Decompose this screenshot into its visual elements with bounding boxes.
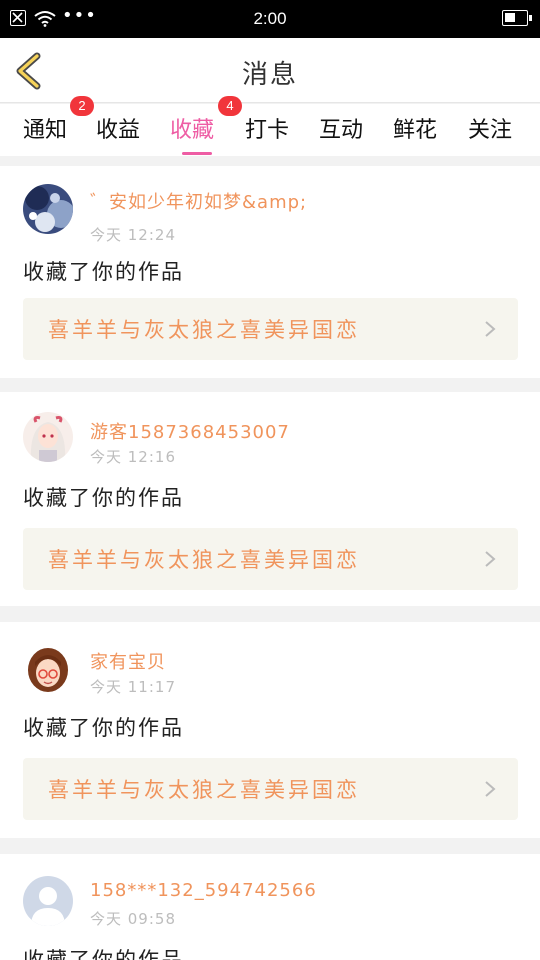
tab-earnings[interactable]: 收益 bbox=[96, 112, 140, 144]
action-text: 收藏了你的作品 bbox=[23, 948, 184, 960]
username[interactable]: 158***132_594742566 bbox=[90, 880, 317, 901]
chevron-right-icon bbox=[485, 781, 496, 797]
tab-follow[interactable]: 关注 bbox=[468, 112, 512, 144]
work-title: 喜羊羊与灰太狼之喜美异国恋 bbox=[48, 548, 360, 572]
tab-checkin[interactable]: 打卡 bbox=[245, 112, 289, 144]
timestamp: 今天 12:24 bbox=[90, 226, 176, 244]
timestamp: 今天 09:58 bbox=[90, 910, 176, 928]
work-title: 喜羊羊与灰太狼之喜美异国恋 bbox=[48, 778, 360, 802]
chevron-right-icon bbox=[485, 321, 496, 337]
list-item: 158***132_594742566 今天 09:58 收藏了你的作品 bbox=[0, 854, 540, 960]
action-text: 收藏了你的作品 bbox=[23, 486, 184, 510]
action-text: 收藏了你的作品 bbox=[23, 260, 184, 284]
notification-badge: 2 bbox=[70, 96, 94, 116]
favorites-badge: 4 bbox=[218, 96, 242, 116]
tab-notifications[interactable]: 通知 bbox=[23, 112, 67, 144]
avatar[interactable] bbox=[23, 184, 73, 234]
tab-flowers[interactable]: 鲜花 bbox=[393, 112, 437, 144]
status-bar: ••• 2:00 bbox=[0, 0, 540, 38]
status-time: 2:00 bbox=[253, 9, 287, 28]
tab-favorites[interactable]: 收藏 bbox=[170, 112, 215, 155]
list-item: 家有宝贝 今天 11:17 收藏了你的作品 喜羊羊与灰太狼之喜美异国恋 bbox=[0, 622, 540, 838]
username[interactable]: 游客1587368453007 bbox=[90, 418, 290, 444]
tab-favorites-label: 收藏 bbox=[170, 118, 215, 143]
active-tab-indicator bbox=[182, 152, 212, 155]
avatar[interactable] bbox=[23, 412, 73, 462]
username[interactable]: 家有宝贝 bbox=[90, 648, 166, 674]
timestamp: 今天 12:16 bbox=[90, 448, 176, 466]
work-link[interactable]: 喜羊羊与灰太狼之喜美异国恋 bbox=[23, 528, 518, 590]
avatar[interactable] bbox=[23, 876, 73, 926]
header: 消息 bbox=[0, 38, 540, 103]
tab-interaction[interactable]: 互动 bbox=[319, 112, 363, 144]
list-item: ゛安如少年初如梦&amp; 今天 12:24 收藏了你的作品 喜羊羊与灰太狼之喜… bbox=[0, 166, 540, 378]
username[interactable]: ゛安如少年初如梦&amp; bbox=[90, 188, 307, 214]
chevron-right-icon bbox=[485, 551, 496, 567]
work-link[interactable]: 喜羊羊与灰太狼之喜美异国恋 bbox=[23, 298, 518, 360]
work-title: 喜羊羊与灰太狼之喜美异国恋 bbox=[48, 318, 360, 342]
battery-icon bbox=[502, 10, 532, 26]
avatar[interactable] bbox=[23, 644, 73, 694]
list-item: 游客1587368453007 今天 12:16 收藏了你的作品 喜羊羊与灰太狼… bbox=[0, 392, 540, 606]
page-title: 消息 bbox=[241, 60, 298, 90]
timestamp: 今天 11:17 bbox=[90, 678, 176, 696]
action-text: 收藏了你的作品 bbox=[23, 716, 184, 740]
work-link[interactable]: 喜羊羊与灰太狼之喜美异国恋 bbox=[23, 758, 518, 820]
